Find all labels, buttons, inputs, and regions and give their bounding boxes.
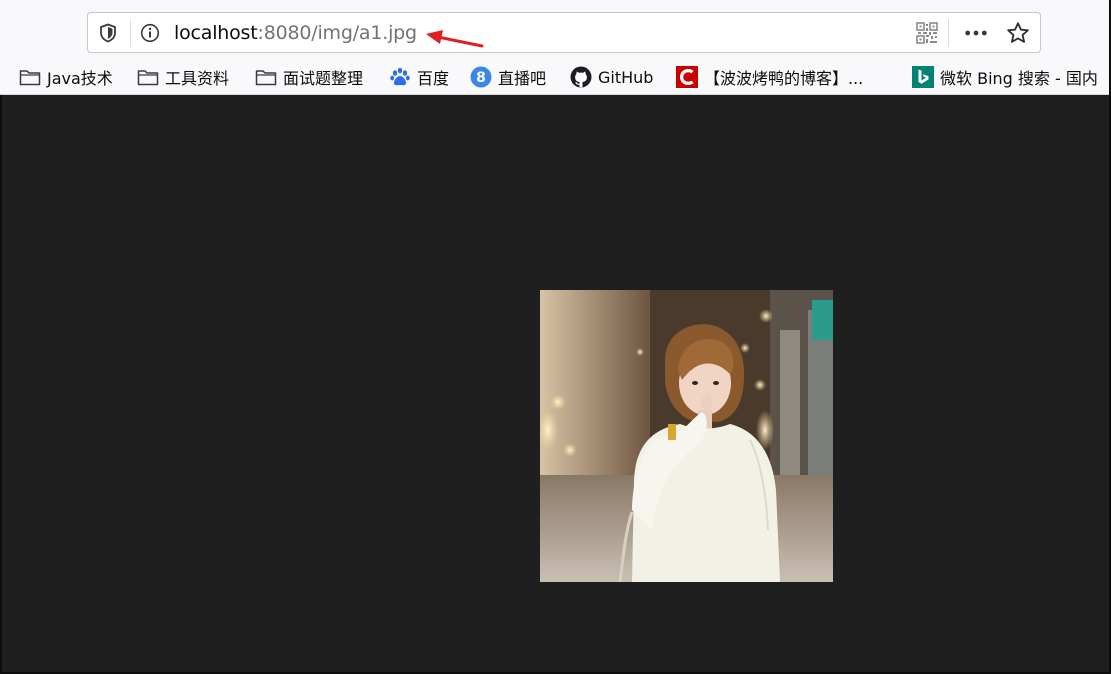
- bookmark-star-icon[interactable]: [1006, 21, 1030, 45]
- bookmark-label: Java技术: [47, 69, 113, 88]
- bookmark-folder-java[interactable]: Java技术: [19, 63, 113, 91]
- bookmark-label: 百度: [417, 69, 450, 88]
- bookmark-label: 微软 Bing 搜索 - 国内: [940, 69, 1098, 88]
- bing-icon: [912, 66, 934, 88]
- address-bar-divider: [130, 19, 131, 47]
- qr-code-icon[interactable]: [915, 21, 939, 45]
- url-path: :8080/img/a1.jpg: [257, 22, 418, 44]
- github-icon: [570, 66, 592, 88]
- folder-icon: [19, 66, 41, 88]
- viewed-image[interactable]: [540, 290, 833, 582]
- browser-chrome: localhost:8080/img/a1.jpg Java技术 工具资料 面试…: [0, 0, 1109, 95]
- bookmark-label: 面试题整理: [283, 69, 364, 88]
- bookmark-folder-interview[interactable]: 面试题整理: [255, 63, 363, 91]
- site-info-icon[interactable]: [138, 21, 162, 45]
- bookmark-label: 工具资料: [165, 69, 230, 88]
- bookmark-baidu[interactable]: 百度: [389, 63, 449, 91]
- page-viewport: [2, 95, 1109, 672]
- folder-icon: [255, 66, 277, 88]
- bookmark-label: 直播吧: [498, 69, 547, 88]
- tracking-protection-shield-icon[interactable]: [96, 21, 120, 45]
- bookmark-bing[interactable]: 微软 Bing 搜索 - 国内: [912, 63, 1098, 91]
- folder-icon: [137, 66, 159, 88]
- zhibo8-icon: 8: [470, 66, 492, 88]
- bookmark-zhibo8[interactable]: 8 直播吧: [470, 63, 546, 91]
- address-bar-divider: [948, 19, 949, 47]
- bookmark-github[interactable]: GitHub: [570, 63, 653, 91]
- address-bar[interactable]: localhost:8080/img/a1.jpg: [87, 12, 1041, 53]
- bookmark-csdn-blog[interactable]: 【波波烤鸭的博客】...: [676, 63, 863, 91]
- svg-text:8: 8: [476, 70, 486, 86]
- bookmarks-toolbar: Java技术 工具资料 面试题整理 百度 8 直播吧 GitHub 【波波烤鸭的…: [0, 62, 1109, 92]
- photo-scene: [540, 290, 833, 582]
- baidu-paw-icon: [389, 66, 411, 88]
- csdn-icon: [676, 66, 698, 88]
- bookmark-folder-tools[interactable]: 工具资料: [137, 63, 229, 91]
- url-text[interactable]: localhost:8080/img/a1.jpg: [174, 21, 417, 45]
- bookmark-label: 【波波烤鸭的博客】...: [704, 69, 864, 88]
- url-host: localhost: [174, 22, 258, 44]
- bookmark-label: GitHub: [598, 67, 654, 87]
- page-actions-menu-icon[interactable]: [964, 21, 988, 45]
